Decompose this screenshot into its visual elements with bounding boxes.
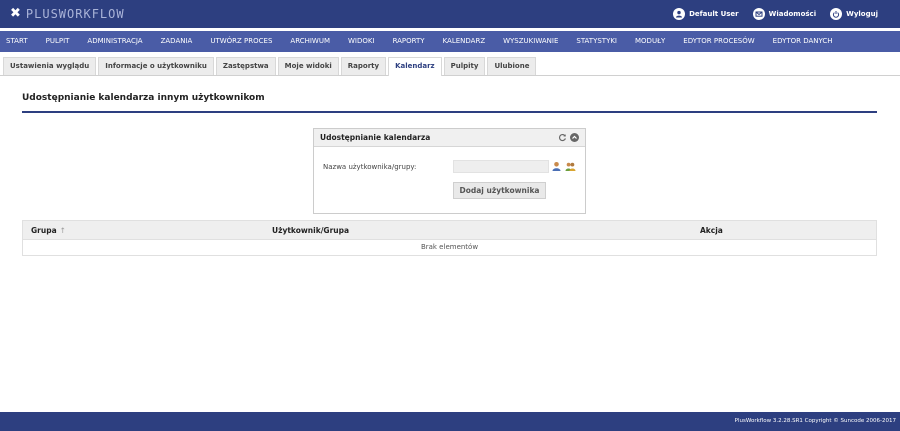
collapse-icon[interactable]	[570, 133, 579, 142]
nav-moduly[interactable]: MODUŁY	[626, 31, 674, 52]
group-search-icon[interactable]	[565, 161, 576, 172]
column-akcja[interactable]: Akcja	[700, 221, 723, 241]
tab-moje-widoki[interactable]: Moje widoki	[277, 57, 339, 75]
main-nav: START PULPIT ADMINISTRACJA ZADANIA UTWÓR…	[0, 31, 900, 52]
user-search-icon[interactable]	[551, 161, 562, 172]
refresh-icon[interactable]	[558, 133, 567, 142]
table-header: Grupa ↑ Użytkownik/Grupa Akcja	[22, 220, 877, 240]
share-calendar-panel: Udostępnianie kalendarza Nazwa użytkowni…	[313, 128, 586, 214]
username-field-label: Nazwa użytkownika/grupy:	[323, 163, 417, 171]
nav-administracja[interactable]: ADMINISTRACJA	[78, 31, 151, 52]
nav-pulpit[interactable]: PULPIT	[37, 31, 79, 52]
user-menu-button[interactable]: Default User	[673, 8, 739, 20]
logo-mark-icon: ✖	[10, 6, 21, 21]
app-logo[interactable]: ✖ PLUSWORKFLOW	[10, 6, 125, 22]
username-group-input[interactable]	[453, 160, 549, 173]
page-title: Udostępnianie kalendarza innym użytkowni…	[22, 93, 265, 103]
messages-label: Wiadomości	[768, 10, 817, 18]
settings-tabs: Ustawienia wyglądu Informacje o użytkown…	[0, 56, 900, 76]
nav-start[interactable]: START	[0, 31, 37, 52]
logo-text: PLUSWORKFLOW	[25, 7, 125, 21]
nav-wyszukiwanie[interactable]: WYSZUKIWANIE	[494, 31, 567, 52]
page-footer: PlusWorkflow 3.2.28.SR1 Copyright © Sunc…	[0, 412, 900, 431]
nav-utworz-proces[interactable]: UTWÓRZ PROCES	[201, 31, 281, 52]
tab-informacje-o-uzytkowniku[interactable]: Informacje o użytkowniku	[98, 57, 214, 75]
top-header: ✖ PLUSWORKFLOW Default User Wiadomości W…	[0, 0, 900, 28]
tab-kalendarz[interactable]: Kalendarz	[388, 57, 442, 76]
nav-edytor-danych[interactable]: EDYTOR DANYCH	[764, 31, 842, 52]
power-icon	[830, 8, 843, 20]
tab-raporty[interactable]: Raporty	[340, 57, 387, 75]
user-icon	[673, 8, 686, 20]
panel-header: Udostępnianie kalendarza	[314, 129, 585, 147]
nav-widoki[interactable]: WIDOKI	[339, 31, 384, 52]
tab-ulubione[interactable]: Ulubione	[487, 57, 537, 75]
envelope-icon	[752, 8, 765, 20]
nav-kalendarz[interactable]: KALENDARZ	[434, 31, 495, 52]
copyright-text: PlusWorkflow 3.2.28.SR1 Copyright © Sunc…	[734, 418, 896, 424]
nav-zadania[interactable]: ZADANIA	[152, 31, 202, 52]
tab-pulpity[interactable]: Pulpity	[443, 57, 486, 75]
nav-raporty[interactable]: RAPORTY	[384, 31, 434, 52]
title-divider	[22, 111, 877, 113]
panel-title: Udostępnianie kalendarza	[320, 133, 431, 142]
column-grupa[interactable]: Grupa ↑	[31, 221, 66, 241]
user-actions: Default User Wiadomości Wyloguj	[673, 6, 878, 22]
logout-button[interactable]: Wyloguj	[830, 8, 878, 20]
tab-zastepstwa[interactable]: Zastępstwa	[215, 57, 276, 75]
column-grupa-label: Grupa	[31, 226, 57, 235]
nav-edytor-procesow[interactable]: EDYTOR PROCESÓW	[674, 31, 763, 52]
shares-table: Grupa ↑ Użytkownik/Grupa Akcja Brak eleme…	[22, 220, 877, 256]
logout-label: Wyloguj	[846, 10, 878, 18]
panel-tools	[558, 133, 579, 142]
add-user-button[interactable]: Dodaj użytkownika	[453, 182, 546, 199]
nav-statystyki[interactable]: STATYSTYKI	[567, 31, 626, 52]
user-name: Default User	[689, 10, 739, 18]
messages-button[interactable]: Wiadomości	[752, 8, 817, 20]
empty-state-text: Brak elementów	[22, 240, 877, 256]
nav-archiwum[interactable]: ARCHIWUM	[281, 31, 339, 52]
tab-ustawienia-wygladu[interactable]: Ustawienia wyglądu	[3, 57, 97, 75]
sort-ascending-icon: ↑	[59, 226, 66, 235]
column-uzytkownik-grupa[interactable]: Użytkownik/Grupa	[272, 221, 349, 241]
